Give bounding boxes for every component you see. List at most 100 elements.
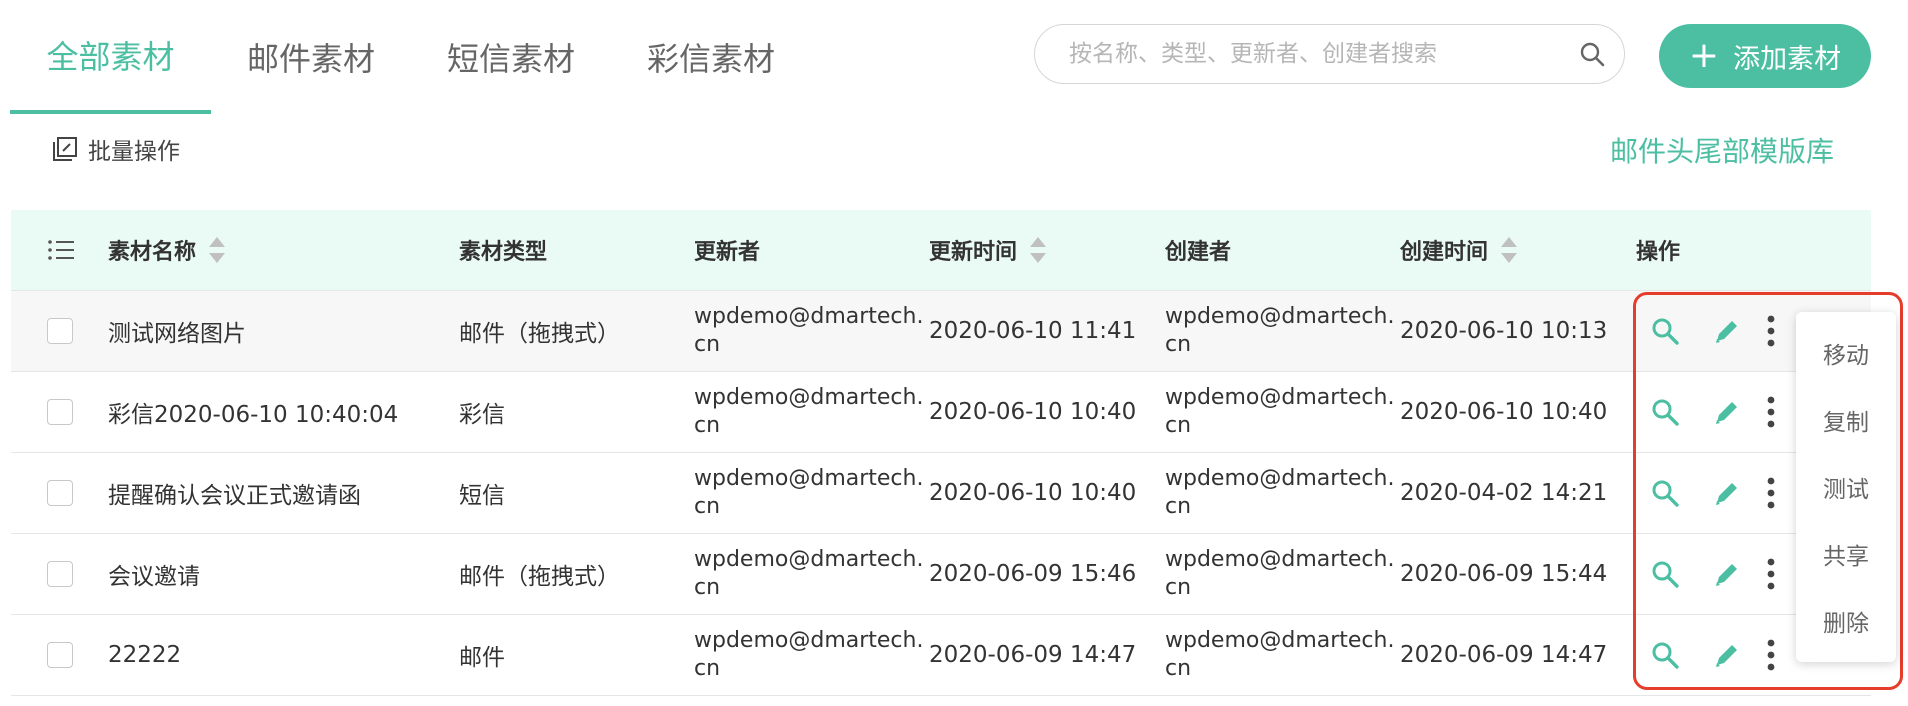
- created-time: 2020-04-02 14:21: [1400, 480, 1608, 506]
- tab-email-materials[interactable]: 邮件素材: [211, 0, 411, 114]
- tab-sms-materials[interactable]: 短信素材: [411, 0, 611, 114]
- more-icon[interactable]: [1766, 475, 1776, 511]
- menu-item-test[interactable]: 测试: [1823, 470, 1869, 504]
- updater-line: cn: [694, 656, 721, 681]
- more-icon[interactable]: [1766, 637, 1776, 673]
- updater: wpdemo@dmartech. cn: [694, 546, 929, 602]
- batch-operation-button[interactable]: 批量操作: [52, 132, 180, 166]
- updated-time: 2020-06-09 14:47: [929, 642, 1137, 668]
- material-name[interactable]: 会议邀请: [108, 557, 459, 591]
- updater: wpdemo@dmartech. cn: [694, 627, 929, 683]
- row-checkbox[interactable]: [47, 399, 73, 425]
- preview-icon[interactable]: [1650, 640, 1680, 670]
- tab-all-materials[interactable]: 全部素材: [10, 0, 211, 114]
- material-tabs: 全部素材 邮件素材 短信素材 彩信素材: [10, 0, 811, 114]
- more-icon[interactable]: [1766, 556, 1776, 592]
- preview-icon[interactable]: [1650, 478, 1680, 508]
- add-material-button[interactable]: + 添加素材: [1659, 24, 1871, 88]
- material-type: 短信: [459, 483, 505, 509]
- table-body: 测试网络图片 邮件（拖拽式） wpdemo@dmartech. cn 2020-06-1…: [11, 291, 1871, 696]
- updater-line: cn: [694, 332, 721, 357]
- search-icon[interactable]: [1578, 40, 1606, 68]
- row-checkbox[interactable]: [47, 480, 73, 506]
- material-type: 邮件（拖拽式）: [459, 321, 620, 347]
- table-row[interactable]: 提醒确认会议正式邀请函 短信 wpdemo@dmartech. cn 2020-06-1…: [11, 453, 1871, 534]
- creator: wpdemo@dmartech. cn: [1165, 465, 1400, 521]
- table-header: 素材名称 素材类型 更新者 更新时间 创建者 创建时间 操作: [11, 210, 1871, 291]
- creator-line: wpdemo@dmartech.: [1165, 304, 1395, 329]
- sort-icon[interactable]: [1500, 236, 1518, 264]
- updater-line: wpdemo@dmartech.: [694, 547, 924, 572]
- updater-line: wpdemo@dmartech.: [694, 385, 924, 410]
- column-header-updater: 更新者: [694, 234, 929, 266]
- more-icon[interactable]: [1766, 394, 1776, 430]
- column-header-created[interactable]: 创建时间: [1400, 234, 1636, 266]
- column-settings[interactable]: [11, 239, 108, 261]
- search-input[interactable]: [1067, 40, 1578, 68]
- row-checkbox[interactable]: [47, 642, 73, 668]
- creator-line: cn: [1165, 413, 1192, 438]
- menu-item-copy[interactable]: 复制: [1823, 403, 1869, 437]
- created-time: 2020-06-10 10:40: [1400, 399, 1608, 425]
- tab-mms-materials[interactable]: 彩信素材: [611, 0, 811, 114]
- material-type: 邮件（拖拽式）: [459, 564, 620, 590]
- material-name[interactable]: 测试网络图片: [108, 314, 459, 348]
- created-time: 2020-06-10 10:13: [1400, 318, 1608, 344]
- row-select-cell: [11, 561, 108, 587]
- table-row[interactable]: 测试网络图片 邮件（拖拽式） wpdemo@dmartech. cn 2020-06-1…: [11, 291, 1871, 372]
- edit-icon[interactable]: [1712, 316, 1742, 346]
- preview-icon[interactable]: [1650, 397, 1680, 427]
- creator-line: wpdemo@dmartech.: [1165, 466, 1395, 491]
- list-icon: [48, 240, 74, 260]
- search-box: [1034, 24, 1625, 84]
- creator-line: cn: [1165, 656, 1192, 681]
- column-label: 创建时间: [1400, 240, 1489, 265]
- material-name[interactable]: 彩信2020-06-10 10:40:04: [108, 395, 459, 429]
- row-checkbox[interactable]: [47, 318, 73, 344]
- edit-icon[interactable]: [1712, 559, 1742, 589]
- created-time: 2020-06-09 15:44: [1400, 561, 1608, 587]
- table-row[interactable]: 彩信2020-06-10 10:40:04 彩信 wpdemo@dmartech. c…: [11, 372, 1871, 453]
- preview-icon[interactable]: [1650, 559, 1680, 589]
- preview-icon[interactable]: [1650, 316, 1680, 346]
- creator: wpdemo@dmartech. cn: [1165, 627, 1400, 683]
- column-label: 创建者: [1165, 240, 1232, 265]
- more-actions-menu: 移动 复制 测试 共享 删除: [1796, 312, 1896, 662]
- more-icon[interactable]: [1766, 313, 1776, 349]
- header-footer-template-link[interactable]: 邮件头尾部模版库: [1610, 130, 1834, 170]
- column-label: 操作: [1636, 240, 1681, 265]
- menu-item-move[interactable]: 移动: [1823, 336, 1869, 370]
- updater: wpdemo@dmartech. cn: [694, 384, 929, 440]
- updater-line: wpdemo@dmartech.: [694, 628, 924, 653]
- edit-icon[interactable]: [1712, 640, 1742, 670]
- updater-line: cn: [694, 413, 721, 438]
- material-name[interactable]: 提醒确认会议正式邀请函: [108, 476, 459, 510]
- column-header-type: 素材类型: [459, 234, 694, 266]
- sort-icon[interactable]: [208, 236, 226, 264]
- menu-item-delete[interactable]: 删除: [1823, 604, 1869, 638]
- column-header-updated[interactable]: 更新时间: [929, 234, 1165, 266]
- updater-line: wpdemo@dmartech.: [694, 304, 924, 329]
- edit-icon[interactable]: [1712, 397, 1742, 427]
- updated-time: 2020-06-10 10:40: [929, 480, 1137, 506]
- creator: wpdemo@dmartech. cn: [1165, 384, 1400, 440]
- updater-line: cn: [694, 494, 721, 519]
- updated-time: 2020-06-10 11:41: [929, 318, 1137, 344]
- sort-icon[interactable]: [1029, 236, 1047, 264]
- edit-icon[interactable]: [1712, 478, 1742, 508]
- updated-time: 2020-06-09 15:46: [929, 561, 1137, 587]
- batch-operation-label: 批量操作: [88, 139, 180, 165]
- column-header-actions: 操作: [1636, 234, 1871, 266]
- table-row[interactable]: 22222 邮件 wpdemo@dmartech. cn 2020-06-09 14:4…: [11, 615, 1871, 696]
- creator-line: wpdemo@dmartech.: [1165, 628, 1395, 653]
- column-label: 更新时间: [929, 240, 1018, 265]
- material-name[interactable]: 22222: [108, 642, 459, 668]
- creator-line: wpdemo@dmartech.: [1165, 547, 1395, 572]
- updater: wpdemo@dmartech. cn: [694, 303, 929, 359]
- material-type: 彩信: [459, 402, 505, 428]
- row-checkbox[interactable]: [47, 561, 73, 587]
- table-row[interactable]: 会议邀请 邮件（拖拽式） wpdemo@dmartech. cn 2020-06-09 …: [11, 534, 1871, 615]
- column-header-name[interactable]: 素材名称: [108, 234, 459, 266]
- menu-item-share[interactable]: 共享: [1823, 537, 1869, 571]
- creator: wpdemo@dmartech. cn: [1165, 303, 1400, 359]
